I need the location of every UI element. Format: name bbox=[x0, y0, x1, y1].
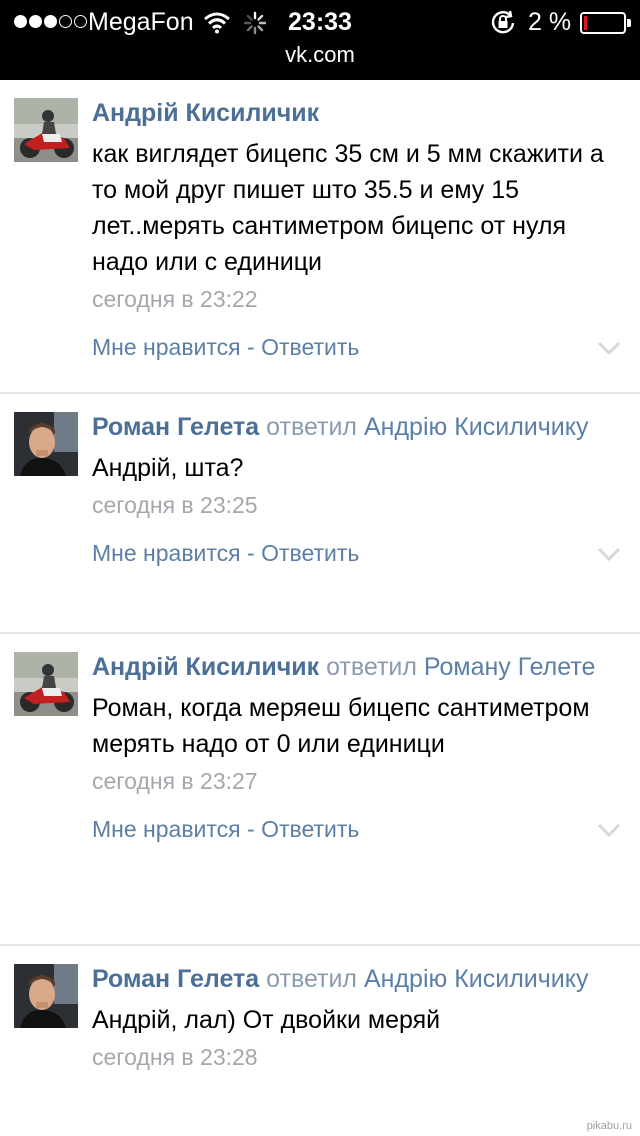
comment-time[interactable]: сегодня в 23:25 bbox=[92, 488, 622, 522]
battery-percentage: 2 % bbox=[528, 8, 572, 36]
battery-level bbox=[584, 16, 587, 30]
comment-header: Роман Гелета ответил Андрію Кисиличику bbox=[92, 946, 622, 998]
watermark: pikabu.ru bbox=[586, 1120, 632, 1132]
chevron-down-icon[interactable] bbox=[596, 540, 622, 566]
reply-word: ответил bbox=[266, 413, 358, 441]
comment-item: Андрій Кисиличик как виглядет бицепс 35 … bbox=[0, 80, 640, 394]
comment-time[interactable]: сегодня в 23:27 bbox=[92, 764, 622, 798]
comment-header: Роман Гелета ответил Андрію Кисиличику bbox=[92, 394, 622, 446]
comment-time[interactable]: сегодня в 23:22 bbox=[92, 282, 622, 316]
avatar[interactable] bbox=[14, 964, 78, 1028]
comment-text: Андрій, лал) От двойки меряй bbox=[92, 1006, 441, 1034]
motorbike-rider-avatar-icon bbox=[14, 652, 78, 716]
comment-item: Андрій Кисиличик ответил Роману Гелете Р… bbox=[0, 634, 640, 946]
reply-word: ответил bbox=[266, 965, 358, 993]
comment-item: Роман Гелета ответил Андрію Кисиличику А… bbox=[0, 394, 640, 634]
actions-separator: - bbox=[240, 334, 262, 360]
reply-link[interactable]: Ответить bbox=[261, 540, 359, 566]
avatar[interactable] bbox=[14, 98, 78, 162]
actions-separator: - bbox=[240, 816, 262, 842]
battery-icon bbox=[580, 12, 631, 34]
reply-link[interactable]: Ответить bbox=[261, 816, 359, 842]
reply-target[interactable]: Андрію Кисиличику bbox=[364, 413, 588, 441]
address-url[interactable]: vk.com bbox=[0, 40, 640, 70]
like-link[interactable]: Мне нравится bbox=[92, 816, 241, 842]
reply-link[interactable]: Ответить bbox=[261, 334, 359, 360]
comment-text: как виглядет бицепс 35 см и 5 мм скажити… bbox=[92, 140, 604, 276]
like-link[interactable]: Мне нравится bbox=[92, 334, 241, 360]
comment-actions: Мне нравится - Ответить bbox=[92, 812, 622, 860]
comment-actions: Мне нравится - Ответить bbox=[92, 536, 622, 584]
status-bar: MegaFon 23:33 2 % vk.com bbox=[0, 0, 640, 80]
author-name[interactable]: Роман Гелета bbox=[92, 965, 259, 993]
author-name[interactable]: Роман Гелета bbox=[92, 413, 259, 441]
rotation-lock-icon bbox=[491, 10, 515, 34]
reply-word: ответил bbox=[326, 653, 417, 681]
author-name[interactable]: Андрій Кисиличик bbox=[92, 99, 319, 127]
comment-text: Роман, когда меряеш бицепс сантиметром м… bbox=[92, 694, 590, 758]
like-link[interactable]: Мне нравится bbox=[92, 540, 241, 566]
motorbike-rider-avatar-icon bbox=[14, 98, 78, 162]
comment-header: Андрій Кисиличик ответил Роману Гелете bbox=[92, 634, 622, 686]
avatar[interactable] bbox=[14, 652, 78, 716]
young-man-avatar-icon bbox=[14, 412, 78, 476]
comment-text: Андрій, шта? bbox=[92, 454, 244, 482]
chevron-down-icon[interactable] bbox=[596, 816, 622, 842]
comment-list: Андрій Кисиличик как виглядет бицепс 35 … bbox=[0, 80, 640, 1136]
chevron-down-icon[interactable] bbox=[596, 334, 622, 360]
reply-target[interactable]: Роману Гелете bbox=[424, 653, 596, 681]
actions-separator: - bbox=[240, 540, 262, 566]
young-man-avatar-icon bbox=[14, 964, 78, 1028]
comment-time[interactable]: сегодня в 23:28 bbox=[92, 1040, 622, 1074]
avatar[interactable] bbox=[14, 412, 78, 476]
comment-actions: Мне нравится - Ответить bbox=[92, 330, 622, 378]
comment-item: Роман Гелета ответил Андрію Кисиличику А… bbox=[0, 946, 640, 1136]
comment-header: Андрій Кисиличик bbox=[92, 80, 622, 132]
author-name[interactable]: Андрій Кисиличик bbox=[92, 653, 319, 681]
reply-target[interactable]: Андрію Кисиличику bbox=[364, 965, 588, 993]
